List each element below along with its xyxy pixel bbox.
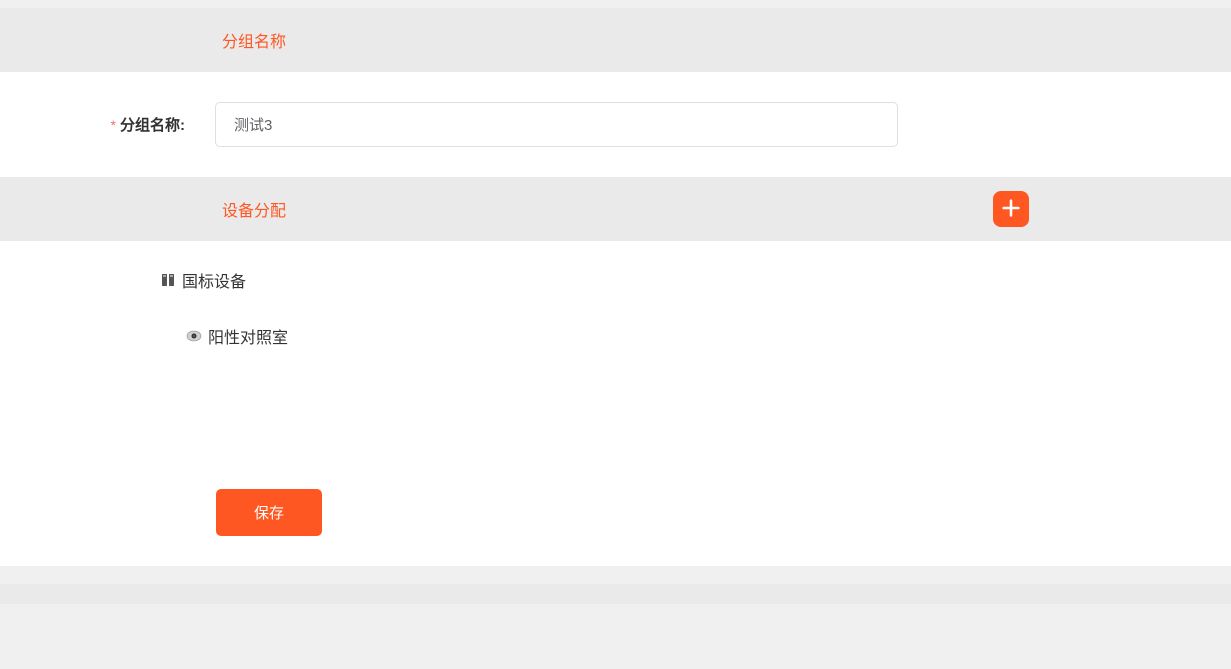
- tree-node-root[interactable]: 国标设备: [160, 261, 891, 299]
- group-name-label: *分组名称:: [85, 114, 185, 135]
- section-body-device-assign: 国标设备 阳性对照室: [0, 241, 1231, 479]
- group-name-label-text: 分组名称:: [120, 117, 185, 134]
- camera-icon: [186, 329, 202, 343]
- section-header-device-assign: 设备分配: [0, 177, 1231, 241]
- device-group-icon: [160, 272, 176, 288]
- form-row-group-name: *分组名称:: [0, 102, 1231, 147]
- section-body-group-name: *分组名称:: [0, 72, 1231, 177]
- form-page: 分组名称 *分组名称: 设备分配: [0, 0, 1231, 604]
- section-title-group-name: 分组名称: [222, 28, 286, 52]
- group-name-input[interactable]: [215, 102, 898, 147]
- save-button[interactable]: 保存: [216, 489, 322, 536]
- device-tree[interactable]: 国标设备 阳性对照室: [150, 251, 901, 469]
- section-title-device-assign: 设备分配: [222, 197, 286, 221]
- bottom-bar: [0, 584, 1231, 604]
- footer-spacer: [0, 566, 1231, 584]
- required-asterisk: *: [111, 117, 116, 133]
- section-header-group-name: 分组名称: [0, 8, 1231, 72]
- tree-node-child-label: 阳性对照室: [208, 324, 288, 348]
- add-device-button[interactable]: [993, 191, 1029, 227]
- tree-node-root-label: 国标设备: [182, 268, 246, 292]
- save-area: 保存: [0, 479, 1231, 566]
- tree-node-child[interactable]: 阳性对照室: [160, 317, 891, 355]
- plus-icon: [1000, 197, 1022, 222]
